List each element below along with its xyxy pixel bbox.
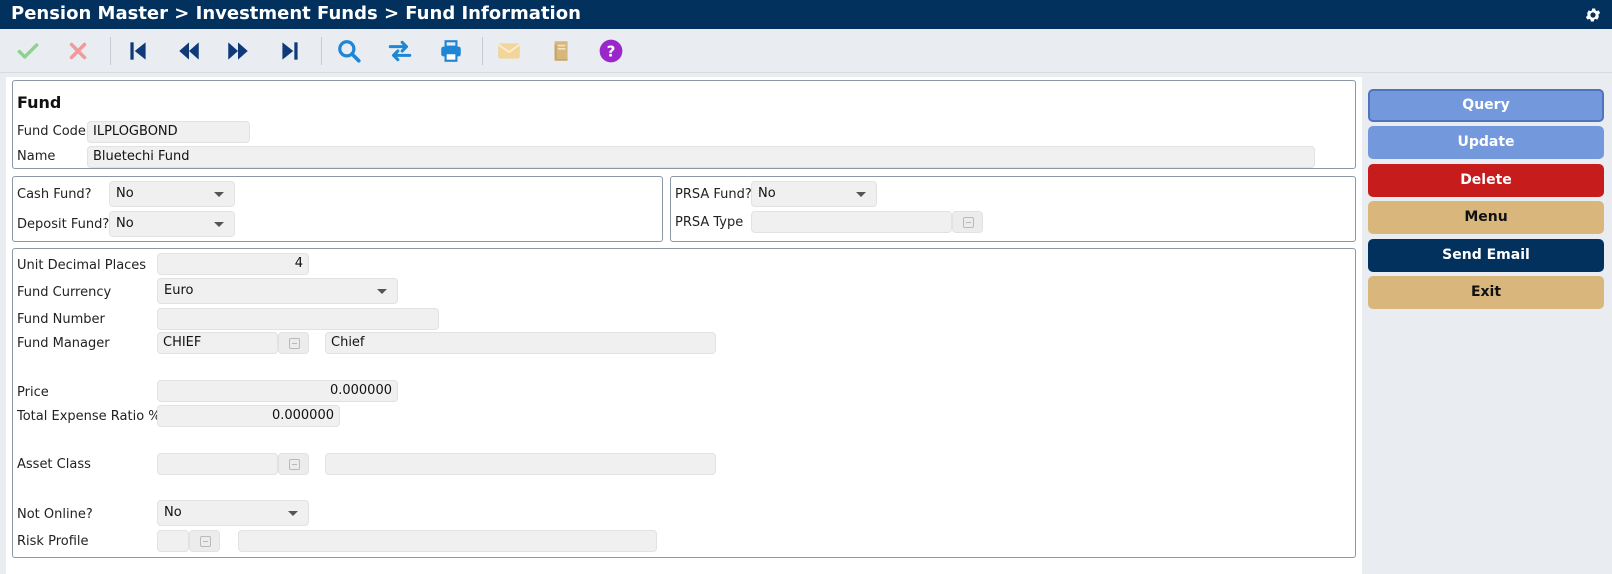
- chevron-down-icon: [377, 289, 387, 294]
- prsa-panel: PRSA Fund? No PRSA Type: [670, 176, 1356, 242]
- prsa-type-label: PRSA Type: [675, 215, 744, 230]
- fund-currency-value: Euro: [164, 283, 194, 298]
- fund-form: Fund Fund Code ILPLOGBOND Name Bluetechi…: [6, 77, 1362, 574]
- not-online-select[interactable]: No: [157, 500, 309, 526]
- deposit-fund-label: Deposit Fund?: [17, 217, 110, 232]
- close-icon[interactable]: [64, 37, 92, 65]
- toolbar: ?: [0, 29, 1612, 73]
- action-sidebar: Query Update Delete Menu Send Email Exit: [1368, 77, 1612, 574]
- asset-class-desc-field: [325, 453, 716, 475]
- search-icon[interactable]: [335, 37, 363, 65]
- asset-class-code-field[interactable]: [157, 453, 278, 475]
- lookup-icon: [199, 536, 211, 547]
- prsa-fund-label: PRSA Fund?: [675, 187, 752, 202]
- chevron-down-icon: [214, 222, 224, 227]
- fund-panel: Fund Fund Code ILPLOGBOND Name Bluetechi…: [12, 80, 1356, 169]
- fund-code-field[interactable]: ILPLOGBOND: [87, 121, 250, 143]
- fund-number-field[interactable]: [157, 308, 439, 330]
- mail-icon[interactable]: [495, 37, 523, 65]
- fund-manager-label: Fund Manager: [17, 336, 110, 351]
- price-label: Price: [17, 385, 49, 400]
- send-email-button[interactable]: Send Email: [1368, 239, 1604, 272]
- risk-profile-desc-field: [238, 530, 657, 552]
- fund-number-label: Fund Number: [17, 312, 105, 327]
- risk-profile-code-field[interactable]: [157, 530, 189, 552]
- title-bar: Pension Master > Investment Funds > Fund…: [0, 0, 1612, 29]
- update-button[interactable]: Update: [1368, 126, 1604, 159]
- prsa-fund-value: No: [758, 186, 776, 201]
- next-record-icon[interactable]: [224, 37, 252, 65]
- lookup-icon: [288, 338, 300, 349]
- cash-fund-select[interactable]: No: [109, 181, 235, 207]
- notebook-icon[interactable]: [546, 37, 574, 65]
- unit-decimal-field[interactable]: 4: [157, 253, 309, 275]
- breadcrumb: Pension Master > Investment Funds > Fund…: [11, 3, 581, 24]
- first-record-icon[interactable]: [124, 37, 152, 65]
- not-online-value: No: [164, 505, 182, 520]
- fund-manager-name-field: Chief: [325, 332, 716, 354]
- cash-fund-value: No: [116, 186, 134, 201]
- check-icon[interactable]: [14, 37, 42, 65]
- last-record-icon[interactable]: [276, 37, 304, 65]
- fund-currency-select[interactable]: Euro: [157, 278, 398, 304]
- previous-record-icon[interactable]: [175, 37, 203, 65]
- deposit-fund-select[interactable]: No: [109, 211, 235, 237]
- price-field[interactable]: 0.000000: [157, 380, 398, 402]
- exit-button[interactable]: Exit: [1368, 276, 1604, 309]
- lookup-icon: [288, 459, 300, 470]
- svg-text:?: ?: [607, 42, 616, 60]
- chevron-down-icon: [856, 192, 866, 197]
- name-label: Name: [17, 149, 56, 164]
- fund-manager-lookup-button[interactable]: [278, 332, 309, 354]
- total-expense-ratio-label: Total Expense Ratio %: [17, 409, 161, 424]
- details-panel: Unit Decimal Places 4 Fund Currency Euro…: [12, 248, 1356, 558]
- fund-code-label: Fund Code: [17, 124, 86, 139]
- prsa-type-field[interactable]: [751, 211, 952, 233]
- query-button[interactable]: Query: [1368, 89, 1604, 122]
- fund-currency-label: Fund Currency: [17, 285, 112, 300]
- prsa-fund-select[interactable]: No: [751, 181, 877, 207]
- lookup-icon: [962, 217, 974, 228]
- unit-decimal-label: Unit Decimal Places: [17, 258, 147, 273]
- cash-fund-label: Cash Fund?: [17, 187, 92, 202]
- delete-button[interactable]: Delete: [1368, 164, 1604, 197]
- not-online-label: Not Online?: [17, 507, 93, 522]
- chevron-down-icon: [214, 192, 224, 197]
- name-field[interactable]: Bluetechi Fund: [87, 146, 1315, 168]
- gear-icon[interactable]: [1584, 6, 1602, 24]
- print-icon[interactable]: [437, 37, 465, 65]
- swap-icon[interactable]: [386, 37, 414, 65]
- risk-profile-lookup-button[interactable]: [189, 530, 220, 552]
- deposit-fund-value: No: [116, 216, 134, 231]
- asset-class-label: Asset Class: [17, 457, 91, 472]
- risk-profile-label: Risk Profile: [17, 534, 89, 549]
- fund-heading: Fund: [17, 93, 62, 112]
- chevron-down-icon: [288, 511, 298, 516]
- asset-class-lookup-button[interactable]: [278, 453, 309, 475]
- cash-deposit-panel: Cash Fund? No Deposit Fund? No: [12, 176, 663, 242]
- prsa-type-lookup-button[interactable]: [952, 211, 983, 233]
- help-icon[interactable]: ?: [597, 37, 625, 65]
- total-expense-ratio-field[interactable]: 0.000000: [157, 405, 340, 427]
- menu-button[interactable]: Menu: [1368, 201, 1604, 234]
- fund-manager-code-field[interactable]: CHIEF: [157, 332, 278, 354]
